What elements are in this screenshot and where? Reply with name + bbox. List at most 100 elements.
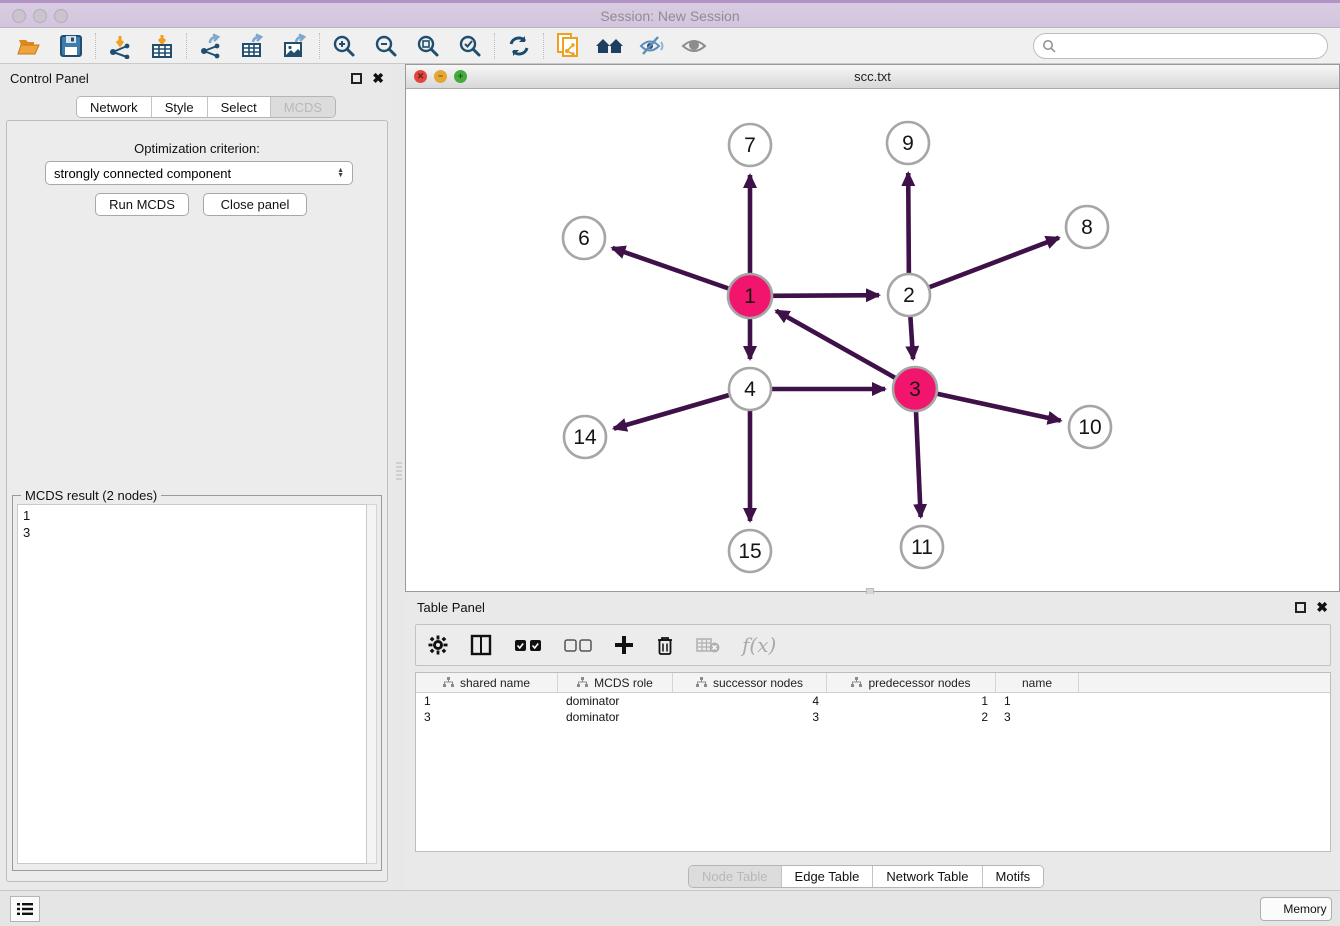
delete-table-button[interactable] xyxy=(696,637,720,653)
column-predecessor-nodes[interactable]: predecessor nodes xyxy=(827,673,996,692)
tab-mcds[interactable]: MCDS xyxy=(271,97,335,117)
tab-style[interactable]: Style xyxy=(152,97,208,117)
column-shared-name[interactable]: shared name xyxy=(416,673,558,692)
cell-predecessor-nodes[interactable]: 1 xyxy=(827,693,996,709)
open-file-button[interactable] xyxy=(8,30,50,62)
cell-successor-nodes[interactable]: 4 xyxy=(673,693,827,709)
mcds-result-text[interactable]: 1 3 xyxy=(17,504,367,864)
export-network-button[interactable] xyxy=(190,30,232,62)
cell-name[interactable]: 3 xyxy=(996,709,1079,725)
result-scrollbar[interactable] xyxy=(367,504,377,864)
zoom-out-button[interactable] xyxy=(365,30,407,62)
zoom-in-button[interactable] xyxy=(323,30,365,62)
network-canvas[interactable]: 7968124314101511 xyxy=(406,89,1339,591)
vertical-splitter[interactable] xyxy=(394,64,405,890)
memory-button[interactable]: Memory xyxy=(1260,897,1332,921)
cell-shared-name[interactable]: 3 xyxy=(416,709,558,725)
edge-layer[interactable] xyxy=(612,173,1060,521)
toolbar-separator xyxy=(543,33,544,59)
save-session-button[interactable] xyxy=(50,30,92,62)
cell-name[interactable]: 1 xyxy=(996,693,1079,709)
network-window-titlebar[interactable]: ✕ − + scc.txt xyxy=(406,65,1339,89)
graph-edge-3-10[interactable] xyxy=(936,394,1060,421)
tab-network-table[interactable]: Network Table xyxy=(873,866,982,887)
close-panel-button[interactable]: Close panel xyxy=(203,193,307,216)
graph-edge-2-9[interactable] xyxy=(908,173,909,273)
cell-mcds-role[interactable]: dominator xyxy=(558,693,673,709)
create-column-button[interactable] xyxy=(614,635,634,655)
open-file-icon xyxy=(16,33,42,59)
column-label: MCDS role xyxy=(594,676,653,690)
table-row[interactable]: 1 dominator 4 1 1 xyxy=(416,693,1330,709)
column-type-icon xyxy=(443,677,454,688)
network-document-button[interactable] xyxy=(547,30,589,62)
tab-network[interactable]: Network xyxy=(77,97,152,117)
import-network-icon xyxy=(107,33,133,59)
tab-motifs[interactable]: Motifs xyxy=(983,866,1044,887)
search-box[interactable] xyxy=(1033,33,1328,59)
status-bar: Memory xyxy=(0,890,1340,926)
export-table-button[interactable] xyxy=(232,30,274,62)
show-columns-button[interactable] xyxy=(470,634,492,656)
graph-edge-1-2[interactable] xyxy=(772,295,879,296)
graph-edge-3-1[interactable] xyxy=(776,311,896,378)
column-mcds-role[interactable]: MCDS role xyxy=(558,673,673,692)
control-panel: Control Panel ✖ Network Style Select MCD… xyxy=(0,64,394,890)
apply-layout-button[interactable] xyxy=(498,30,540,62)
columns-icon xyxy=(470,634,492,656)
graph-node-label-4: 4 xyxy=(744,378,756,401)
zoom-selected-button[interactable] xyxy=(449,30,491,62)
task-history-button[interactable] xyxy=(10,896,40,922)
deselect-all-columns-button[interactable] xyxy=(564,639,592,652)
search-input[interactable] xyxy=(1062,39,1327,54)
fx-icon: f(x) xyxy=(742,633,776,657)
control-panel-title: Control Panel xyxy=(10,71,351,86)
cell-predecessor-nodes[interactable]: 2 xyxy=(827,709,996,725)
mcds-result-group: MCDS result (2 nodes) 1 3 xyxy=(12,495,382,871)
table-panel-header: Table Panel ✖ xyxy=(405,594,1340,620)
float-table-panel-icon[interactable] xyxy=(1295,602,1306,613)
node-table[interactable]: shared name MCDS role successor nodes pr… xyxy=(415,672,1331,852)
graph-edge-2-3[interactable] xyxy=(910,317,913,359)
column-name[interactable]: name xyxy=(996,673,1079,692)
graph-node-label-9: 9 xyxy=(902,132,914,155)
table-settings-button[interactable] xyxy=(428,635,448,655)
hide-details-button[interactable] xyxy=(631,30,673,62)
tab-select[interactable]: Select xyxy=(208,97,271,117)
close-panel-icon[interactable]: ✖ xyxy=(372,71,384,85)
graph-node-label-1: 1 xyxy=(744,285,756,308)
function-builder-button[interactable]: f(x) xyxy=(742,633,776,657)
window-title: Session: New Session xyxy=(0,8,1340,24)
memory-label: Memory xyxy=(1283,902,1326,916)
cell-successor-nodes[interactable]: 3 xyxy=(673,709,827,725)
tab-node-table[interactable]: Node Table xyxy=(689,866,782,887)
toolbar-separator xyxy=(95,33,96,59)
graph-edge-1-6[interactable] xyxy=(612,248,729,289)
cell-shared-name[interactable]: 1 xyxy=(416,693,558,709)
graph-edge-3-11[interactable] xyxy=(916,411,921,517)
table-row[interactable]: 3 dominator 3 2 3 xyxy=(416,709,1330,725)
graph-edge-2-8[interactable] xyxy=(930,238,1059,287)
column-label: predecessor nodes xyxy=(868,676,970,690)
close-table-panel-icon[interactable]: ✖ xyxy=(1316,600,1328,614)
home-button[interactable] xyxy=(589,30,631,62)
import-network-button[interactable] xyxy=(99,30,141,62)
select-all-columns-button[interactable] xyxy=(514,639,542,652)
graph-edge-4-14[interactable] xyxy=(614,395,729,428)
graph-node-label-6: 6 xyxy=(578,227,590,250)
export-image-button[interactable] xyxy=(274,30,316,62)
import-table-button[interactable] xyxy=(141,30,183,62)
control-panel-tabs: Network Style Select MCDS xyxy=(76,96,336,118)
show-details-button[interactable] xyxy=(673,30,715,62)
cell-mcds-role[interactable]: dominator xyxy=(558,709,673,725)
criterion-select[interactable]: strongly connected component ▲▼ xyxy=(45,161,353,185)
toolbar-separator xyxy=(494,33,495,59)
zoom-fit-button[interactable] xyxy=(407,30,449,62)
tab-edge-table[interactable]: Edge Table xyxy=(782,866,874,887)
delete-column-button[interactable] xyxy=(656,635,674,656)
float-panel-icon[interactable] xyxy=(351,73,362,84)
column-type-icon xyxy=(696,677,707,688)
column-successor-nodes[interactable]: successor nodes xyxy=(673,673,827,692)
splitter-grip[interactable] xyxy=(396,462,402,480)
run-mcds-button[interactable]: Run MCDS xyxy=(95,193,189,216)
